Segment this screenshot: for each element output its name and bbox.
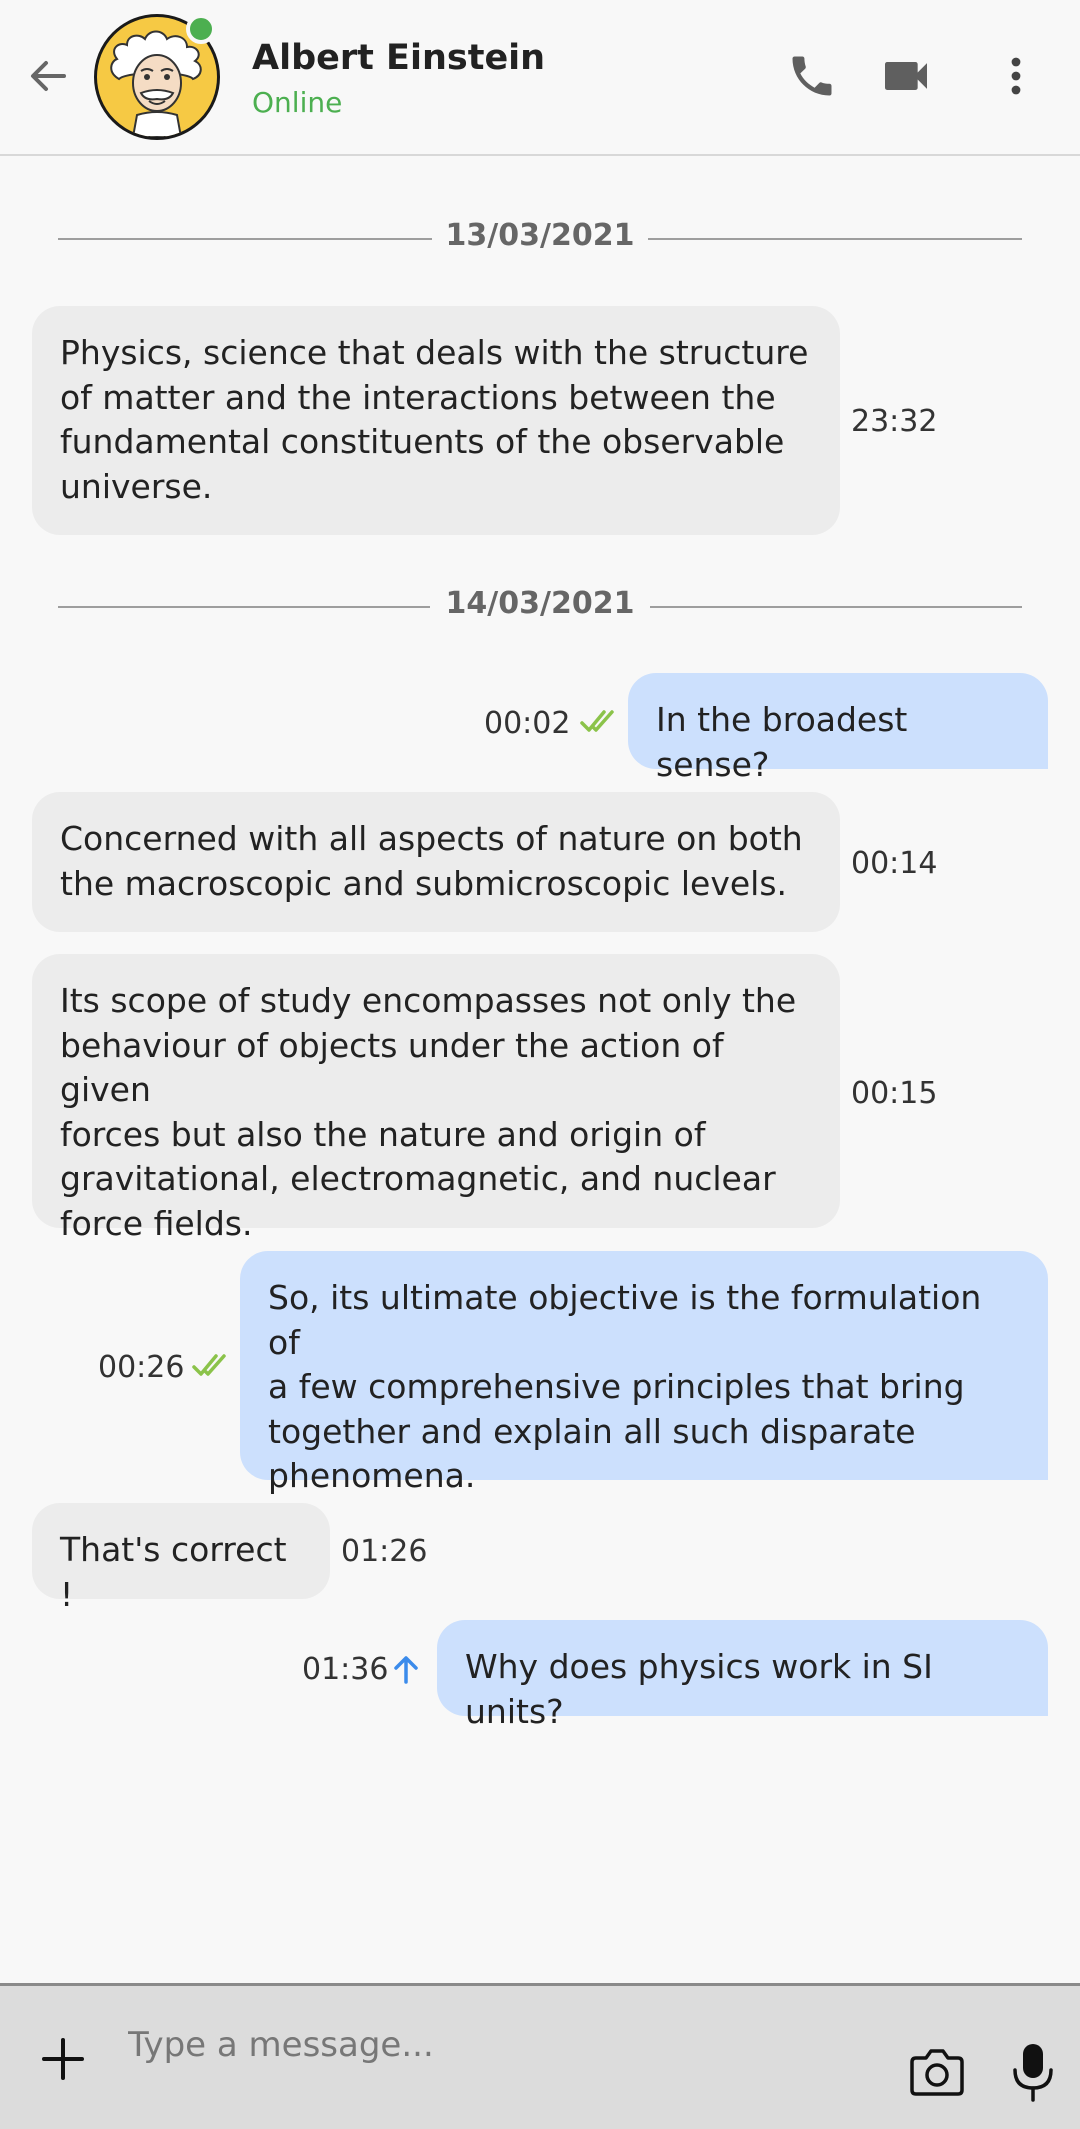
message-text-line: phenomena. [268,1456,476,1495]
message-time: 00:26 [98,1350,185,1385]
message-text-line: together and explain all such disparate [268,1411,916,1451]
plus-icon [42,2038,84,2080]
arrow-left-icon [31,61,66,91]
message-text-line: force fields. [60,1203,253,1243]
message-bubble-incoming[interactable]: Concerned with all aspects of nature on … [32,792,840,932]
message-text-line: Physics, science that deals with the str… [60,333,809,372]
message-text-line: of matter and the interactions between t… [60,377,776,417]
contact-name[interactable]: Albert Einstein [252,38,545,78]
message-time: 00:02 [484,706,571,741]
camera-icon [910,2049,964,2096]
phone-icon [792,56,832,96]
more-vertical-icon [1011,57,1021,95]
message-text-line: So, its ultimate objective is the formul… [268,1278,982,1362]
message-text-line: Its scope of study encompasses not only … [60,981,797,1020]
attach-button[interactable] [38,2034,88,2084]
microphone-button[interactable] [1006,2040,1060,2106]
microphone-icon [1013,2044,1053,2102]
message-text-line: In the broadest sense? [656,700,908,784]
message-text-line: behaviour of objects under the action of… [60,1025,724,1110]
contact-status: Online [252,86,343,119]
message-bubble-incoming[interactable]: Its scope of study encompasses not only … [32,954,840,1243]
message-text-line: That's correct ! [60,1530,287,1614]
video-call-button[interactable] [874,44,938,108]
double-check-icon [192,1354,226,1376]
call-button[interactable] [780,44,844,108]
message-bubble-incoming[interactable]: That's correct ! [32,1503,330,1614]
more-options-button[interactable] [984,44,1048,108]
date-label: 13/03/2021 [445,218,635,253]
message-time: 01:36 [302,1652,389,1687]
date-separator: 14/03/2021 [58,586,1022,626]
message-composer [0,1983,1080,2129]
back-button[interactable] [22,50,74,102]
message-time: 00:14 [851,846,938,881]
message-bubble-outgoing[interactable]: Why does physics work in SI units? [437,1620,1048,1731]
date-separator: 13/03/2021 [58,218,1022,258]
chat-header: Albert Einstein Online [0,0,1080,156]
message-text-line: gravitational, electromagnetic, and nucl… [60,1159,776,1198]
message-text-line: the macroscopic and submicroscopic level… [60,863,788,903]
message-time: 01:26 [341,1534,428,1569]
online-status-dot [186,14,216,44]
camera-button[interactable] [906,2042,968,2104]
message-text-line: Why does physics work in SI units? [465,1647,933,1731]
message-input[interactable] [126,2012,870,2078]
message-time: 00:15 [851,1076,938,1111]
message-text-line: Concerned with all aspects of nature on … [60,819,803,858]
message-text-line: fundamental constituents of the observab… [60,422,785,461]
message-time: 23:32 [851,404,938,439]
message-bubble-incoming[interactable]: Physics, science that deals with the str… [32,306,840,535]
video-camera-icon [885,62,927,90]
double-check-icon [580,710,614,732]
arrow-up-icon [394,1656,418,1684]
message-text-line: universe. [60,466,213,506]
message-text-line: a few comprehensive principles that brin… [268,1367,965,1406]
date-label: 14/03/2021 [445,586,635,621]
message-bubble-outgoing[interactable]: In the broadest sense? [628,673,1048,784]
message-bubble-outgoing[interactable]: So, its ultimate objective is the formul… [240,1251,1048,1495]
message-text-line: forces but also the nature and origin of [60,1114,706,1154]
